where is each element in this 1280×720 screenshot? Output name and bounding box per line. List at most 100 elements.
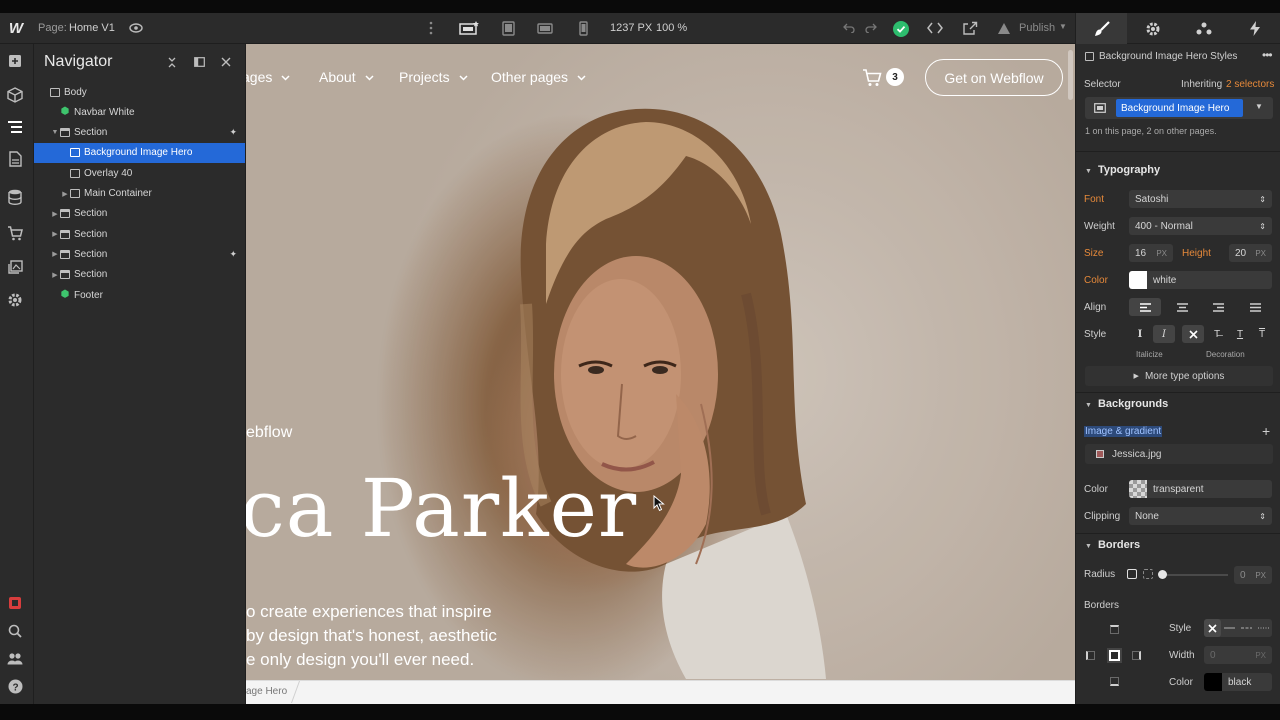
inheriting-count[interactable]: 2 selectors	[1226, 79, 1274, 90]
bg-color-field[interactable]: transparent	[1129, 480, 1272, 498]
add-background-icon[interactable]: +	[1262, 423, 1270, 439]
navigator-item[interactable]: ⬢ Footer	[34, 285, 245, 305]
backgrounds-header[interactable]: ▼ Backgrounds	[1085, 398, 1168, 410]
site-nav-link[interactable]: ages	[246, 69, 290, 85]
help-icon[interactable]: ?	[0, 675, 30, 697]
align-justify-icon[interactable]	[1239, 298, 1271, 316]
border-dashed-icon[interactable]	[1238, 619, 1255, 637]
border-width-unit[interactable]: PX	[1255, 651, 1266, 660]
dock-panel-icon[interactable]	[193, 56, 205, 68]
add-panel-icon[interactable]	[0, 50, 30, 72]
settings-icon[interactable]	[0, 289, 30, 311]
more-type-options-button[interactable]: ▶ More type options	[1085, 366, 1273, 386]
navigator-item[interactable]: ⬢ Navbar White	[34, 102, 245, 122]
italic-icon[interactable]: I	[1153, 325, 1175, 343]
get-on-webflow-button[interactable]: Get on Webflow	[925, 59, 1063, 96]
close-icon[interactable]	[220, 56, 232, 68]
collapse-all-icon[interactable]	[166, 56, 178, 68]
zoom-level[interactable]: 100 %	[656, 22, 687, 34]
navigator-item[interactable]: ▶ Section	[34, 204, 245, 224]
border-bottom-icon[interactable]	[1110, 677, 1119, 686]
navigator-icon[interactable]	[0, 116, 30, 138]
radius-slider-track[interactable]	[1162, 574, 1228, 576]
navigator-item[interactable]: Overlay 40	[34, 163, 245, 183]
breadcrumb-item[interactable]: age Hero	[246, 686, 287, 697]
navigator-item[interactable]: ▶ Section	[34, 224, 245, 244]
site-nav-link[interactable]: About	[319, 69, 374, 85]
ecommerce-icon[interactable]	[0, 222, 30, 244]
radius-all-icon[interactable]	[1127, 569, 1137, 579]
more-options-icon[interactable]: •••	[1262, 48, 1273, 62]
radius-slider-handle[interactable]	[1158, 570, 1167, 579]
decoration-none-icon[interactable]	[1182, 325, 1204, 343]
tablet-icon[interactable]	[499, 19, 517, 37]
border-left-icon[interactable]	[1086, 651, 1095, 660]
webflow-logo[interactable]: W	[6, 19, 26, 37]
page-selector[interactable]: Home V1	[69, 22, 115, 34]
navigator-item[interactable]: Body	[34, 82, 245, 102]
undo-icon[interactable]	[842, 21, 856, 35]
style-brush-icon[interactable]	[1076, 13, 1127, 44]
add-child-icon[interactable]: ✦	[229, 249, 237, 260]
desktop-star-icon[interactable]	[458, 19, 480, 37]
border-solid-icon[interactable]	[1221, 619, 1238, 637]
radius-input[interactable]: 0 PX	[1234, 566, 1272, 584]
code-icon[interactable]	[926, 21, 944, 35]
upright-icon[interactable]: I	[1129, 325, 1151, 343]
check-circle-icon[interactable]	[892, 20, 909, 37]
radius-individual-icon[interactable]	[1143, 569, 1153, 579]
publish-icon[interactable]	[996, 20, 1012, 36]
color-swatch[interactable]	[1204, 673, 1222, 691]
align-center-icon[interactable]	[1166, 298, 1198, 316]
mobile-portrait-icon[interactable]	[576, 19, 590, 37]
clipping-select[interactable]: None ⇕	[1129, 507, 1272, 525]
search-icon[interactable]	[0, 620, 30, 642]
tree-toggle-icon[interactable]: ▼	[50, 129, 60, 136]
align-left-icon[interactable]	[1129, 298, 1161, 316]
site-nav-link[interactable]: Other pages	[491, 69, 586, 85]
color-swatch[interactable]	[1129, 271, 1147, 289]
design-canvas[interactable]: ages About Projects Other pages 3 Get on We…	[246, 44, 1075, 704]
more-vert-icon[interactable]	[426, 20, 436, 36]
border-right-icon[interactable]	[1132, 651, 1141, 660]
strikethrough-icon[interactable]: T̶	[1206, 325, 1228, 343]
border-all-icon[interactable]	[1107, 648, 1122, 663]
border-width-input[interactable]: 0 PX	[1204, 646, 1272, 664]
overline-icon[interactable]: T	[1251, 325, 1273, 343]
interactions-drops-icon[interactable]	[1178, 13, 1229, 44]
assets-icon[interactable]	[0, 256, 30, 278]
audit-icon[interactable]	[0, 592, 30, 614]
transparent-swatch[interactable]	[1129, 480, 1147, 498]
navigator-item[interactable]: ▶ Section	[34, 265, 245, 285]
share-icon[interactable]	[961, 20, 979, 36]
text-color-field[interactable]: white	[1129, 271, 1272, 289]
cms-icon[interactable]	[0, 186, 30, 208]
tree-toggle-icon[interactable]: ▶	[60, 190, 70, 198]
underline-icon[interactable]: T	[1229, 325, 1251, 343]
selector-field[interactable]: Background Image Hero ▼	[1085, 97, 1273, 119]
height-unit[interactable]: PX	[1255, 249, 1266, 258]
eye-icon[interactable]	[128, 21, 144, 35]
align-right-icon[interactable]	[1202, 298, 1234, 316]
navigator-item[interactable]: ▼ Section ✦	[34, 123, 245, 143]
weight-select[interactable]: 400 - Normal ⇕	[1129, 217, 1272, 235]
line-height-input[interactable]: 20 PX	[1229, 244, 1272, 262]
canvas-scrollbar[interactable]	[1068, 50, 1073, 100]
tree-toggle-icon[interactable]: ▶	[50, 271, 60, 279]
lightning-icon[interactable]	[1229, 13, 1280, 44]
navigator-item[interactable]: ▶ Section ✦	[34, 244, 245, 264]
settings-gear-icon[interactable]	[1127, 13, 1178, 44]
border-dotted-icon[interactable]	[1255, 619, 1272, 637]
chevron-down-icon[interactable]: ▼	[1059, 22, 1067, 31]
publish-button[interactable]: Publish	[1019, 22, 1055, 34]
navigator-item-selected[interactable]: Background Image Hero	[34, 142, 245, 163]
tree-toggle-icon[interactable]: ▶	[50, 210, 60, 218]
background-image-layer[interactable]: Jessica.jpg	[1085, 444, 1273, 464]
tree-toggle-icon[interactable]: ▶	[50, 250, 60, 258]
size-input[interactable]: 16 PX	[1129, 244, 1173, 262]
mobile-landscape-icon[interactable]	[536, 19, 554, 37]
selector-dropdown-icon[interactable]: ▼	[1255, 102, 1263, 111]
cart-icon[interactable]	[861, 67, 883, 89]
border-color-field[interactable]: black	[1204, 673, 1272, 691]
pages-icon[interactable]	[0, 148, 30, 170]
